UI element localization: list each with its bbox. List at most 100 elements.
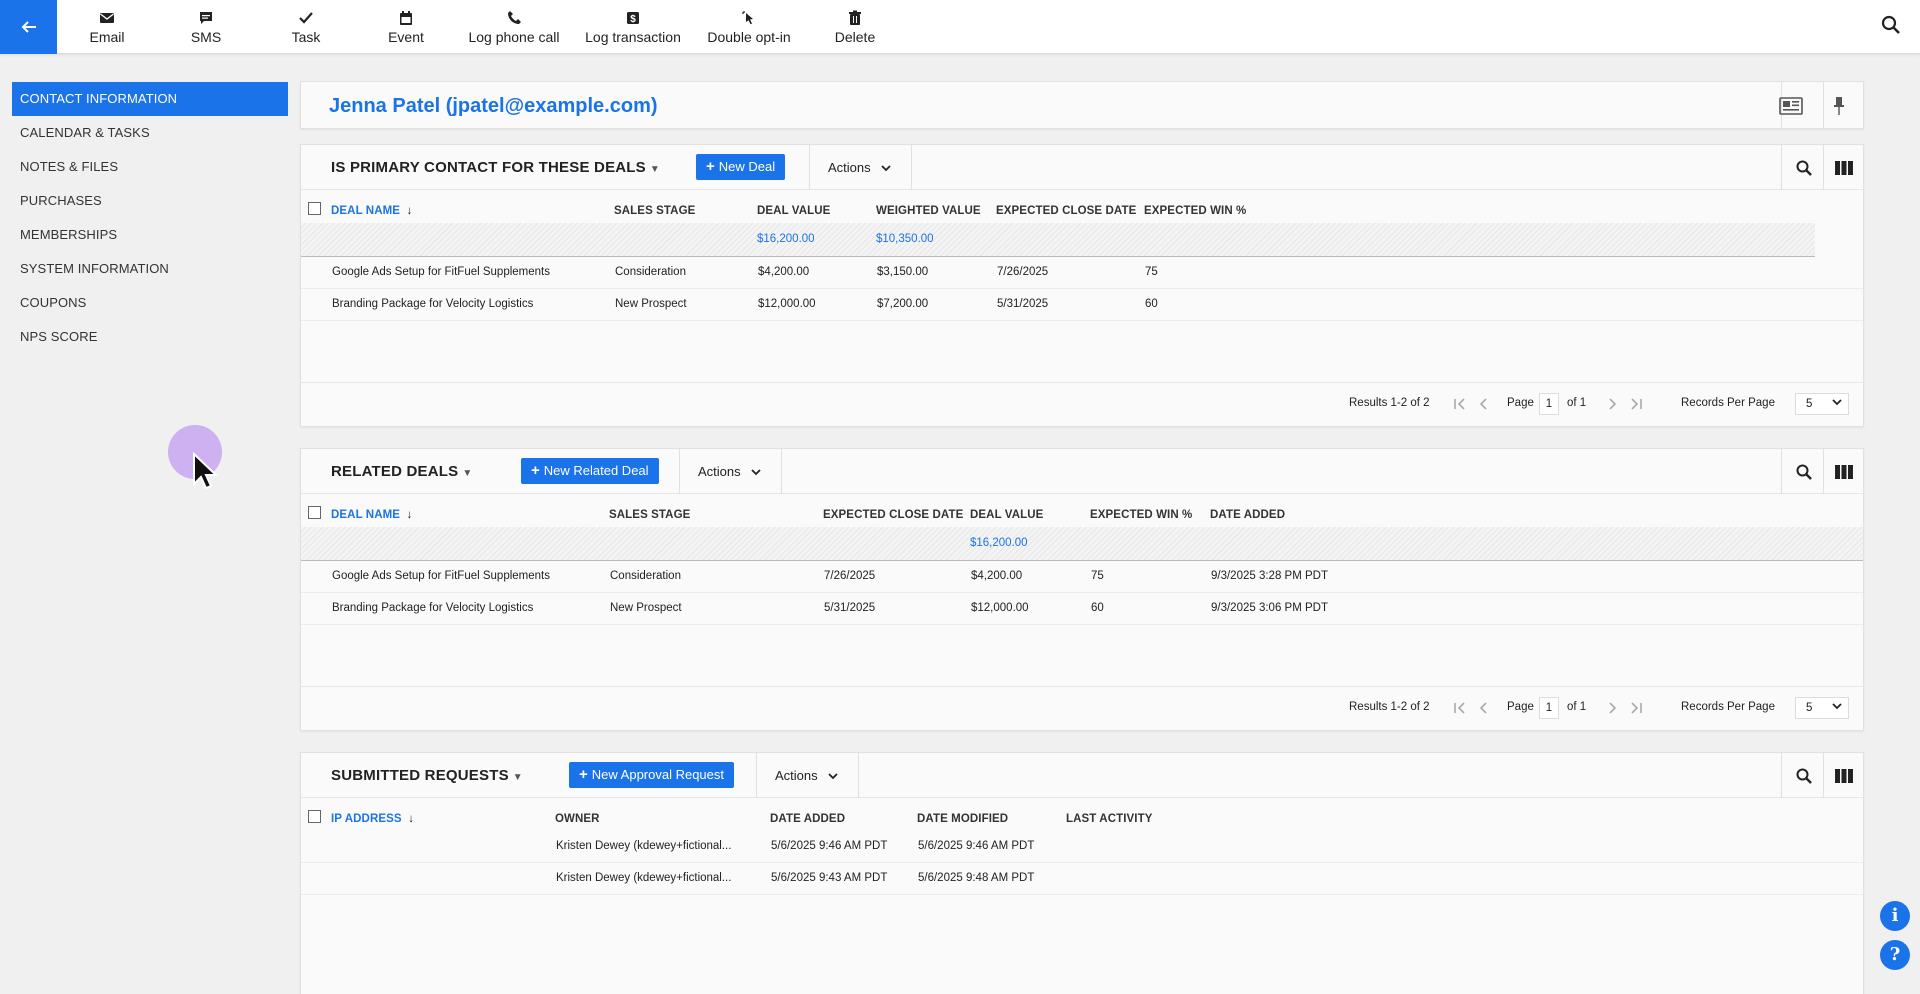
cell-deal-name[interactable]: Branding Package for Velocity Logistics (332, 298, 533, 310)
info-button[interactable]: i (1880, 901, 1910, 931)
panel-title[interactable]: IS PRIMARY CONTACT FOR THESE DEALS ▼ (331, 159, 660, 176)
col-deal-value[interactable]: DEAL VALUE (970, 509, 1043, 521)
nav-contact-information[interactable]: CONTACT INFORMATION (12, 82, 288, 116)
results-count: Results 1-2 of 2 (1349, 701, 1430, 713)
panel-search-button[interactable] (1793, 461, 1815, 483)
col-date-added[interactable]: DATE ADDED (770, 813, 845, 825)
actions-dropdown[interactable]: Actions (679, 449, 782, 494)
page-number-input[interactable]: 1 (1539, 697, 1559, 719)
chevron-down-icon: ▼ (649, 164, 660, 175)
cell-date-added: 9/3/2025 3:28 PM PDT (1211, 570, 1328, 582)
search-icon (1796, 160, 1812, 176)
prev-page-icon[interactable] (1475, 699, 1493, 717)
select-all-checkbox[interactable] (308, 202, 321, 215)
col-deal-value[interactable]: DEAL VALUE (757, 205, 830, 217)
cell-close-date: 5/31/2025 (824, 602, 876, 614)
columns-button[interactable] (1833, 461, 1855, 483)
plus-icon: + (531, 462, 540, 479)
dollar-icon: $ (627, 11, 639, 25)
last-page-icon[interactable] (1627, 699, 1645, 717)
panel-header: RELATED DEALS ▼ + New Related Deal Actions (301, 449, 1863, 494)
next-page-icon[interactable] (1603, 395, 1621, 413)
cell-deal-name[interactable]: Google Ads Setup for FitFuel Supplements (332, 266, 550, 278)
new-related-deal-button[interactable]: + New Related Deal (521, 458, 659, 484)
new-deal-button[interactable]: + New Deal (696, 154, 786, 180)
col-deal-name[interactable]: DEAL NAME ↓ (331, 509, 413, 521)
cell-deal-name[interactable]: Branding Package for Velocity Logistics (332, 602, 533, 614)
log-transaction-button[interactable]: $ Log transaction (582, 6, 684, 48)
new-approval-request-button[interactable]: + New Approval Request (569, 762, 735, 788)
col-expected-win[interactable]: EXPECTED WIN % (1090, 509, 1192, 521)
cell-deal-value: $12,000.00 (758, 298, 816, 310)
nav-notes-files[interactable]: NOTES & FILES (12, 150, 288, 184)
nav-purchases[interactable]: PURCHASES (12, 184, 288, 218)
select-all-checkbox[interactable] (308, 506, 321, 519)
col-date-added[interactable]: DATE ADDED (1210, 509, 1285, 521)
back-button[interactable] (0, 0, 57, 54)
log-phone-call-button[interactable]: Log phone call (466, 6, 562, 48)
col-owner[interactable]: OWNER (555, 813, 600, 825)
submitted-requests-panel: SUBMITTED REQUESTS ▼ + New Approval Reques… (300, 752, 1864, 994)
first-page-icon[interactable] (1451, 395, 1469, 413)
col-sales-stage[interactable]: SALES STAGE (609, 509, 690, 521)
last-page-icon[interactable] (1627, 395, 1645, 413)
delete-button[interactable]: Delete (834, 6, 876, 48)
contact-name: Jenna Patel (jpatel@example.com) (329, 95, 658, 117)
actions-dropdown[interactable]: Actions (809, 145, 912, 190)
cell-sales-stage: Consideration (610, 570, 681, 582)
records-per-page-select[interactable]: 5 (1795, 697, 1849, 719)
select-all-checkbox[interactable] (308, 810, 321, 823)
table-row[interactable]: Google Ads Setup for FitFuel Supplements… (301, 561, 1863, 593)
table-row[interactable]: Kristen Dewey (kdewey+fictional... 5/6/2… (301, 863, 1863, 895)
email-button[interactable]: Email (86, 6, 128, 48)
actions-dropdown[interactable]: Actions (756, 753, 859, 798)
panel-search-button[interactable] (1793, 157, 1815, 179)
table-row[interactable]: Kristen Dewey (kdewey+fictional... 5/6/2… (301, 831, 1863, 863)
panel-title[interactable]: SUBMITTED REQUESTS ▼ (331, 767, 523, 784)
nav-coupons[interactable]: COUPONS (12, 286, 288, 320)
next-page-icon[interactable] (1603, 699, 1621, 717)
col-deal-name[interactable]: DEAL NAME ↓ (331, 205, 413, 217)
nav-nps-score[interactable]: NPS SCORE (12, 320, 288, 354)
table-row[interactable]: Branding Package for Velocity Logistics … (301, 289, 1863, 321)
chevron-down-icon: ▼ (462, 468, 473, 479)
col-ip-address[interactable]: IP ADDRESS ↓ (331, 813, 414, 825)
table-row[interactable]: Branding Package for Velocity Logistics … (301, 593, 1863, 625)
records-per-page-select[interactable]: 5 (1795, 393, 1849, 415)
col-expected-close-date[interactable]: EXPECTED CLOSE DATE (996, 205, 1136, 217)
nav-memberships[interactable]: MEMBERSHIPS (12, 218, 288, 252)
cell-owner: Kristen Dewey (kdewey+fictional... (556, 872, 732, 884)
first-page-icon[interactable] (1451, 699, 1469, 717)
col-expected-win[interactable]: EXPECTED WIN % (1144, 205, 1246, 217)
page-of-label: of 1 (1567, 701, 1587, 713)
help-button[interactable]: ? (1880, 940, 1910, 970)
cell-weighted-value: $7,200.00 (877, 298, 929, 310)
panel-search-button[interactable] (1793, 765, 1815, 787)
contact-card-button[interactable] (1779, 94, 1803, 118)
prev-page-icon[interactable] (1475, 395, 1493, 413)
cell-deal-name[interactable]: Google Ads Setup for FitFuel Supplements (332, 570, 550, 582)
rpp-value: 5 (1806, 702, 1813, 714)
pin-button[interactable] (1827, 94, 1851, 118)
columns-button[interactable] (1833, 765, 1855, 787)
nav-calendar-tasks[interactable]: CALENDAR & TASKS (12, 116, 288, 150)
columns-button[interactable] (1833, 157, 1855, 179)
col-weighted-value[interactable]: WEIGHTED VALUE (876, 205, 981, 217)
event-button[interactable]: Event (386, 6, 426, 48)
sms-button[interactable]: SMS (188, 6, 224, 48)
panel-title[interactable]: RELATED DEALS ▼ (331, 463, 472, 480)
page-number-input[interactable]: 1 (1539, 393, 1559, 415)
col-sales-stage[interactable]: SALES STAGE (614, 205, 695, 217)
nav-system-information[interactable]: SYSTEM INFORMATION (12, 252, 288, 286)
page-label: Page (1507, 397, 1534, 409)
double-opt-in-button[interactable]: Double opt-in (704, 6, 794, 48)
col-last-activity[interactable]: LAST ACTIVITY (1066, 813, 1152, 825)
task-label: Task (291, 28, 321, 45)
panel-divider (1823, 753, 1824, 798)
cell-deal-value: $4,200.00 (758, 266, 810, 278)
table-row[interactable]: Google Ads Setup for FitFuel Supplements… (301, 257, 1863, 289)
task-button[interactable]: Task (288, 6, 324, 48)
col-date-modified[interactable]: DATE MODIFIED (917, 813, 1008, 825)
global-search-button[interactable] (1880, 14, 1904, 38)
col-expected-close-date[interactable]: EXPECTED CLOSE DATE (823, 509, 963, 521)
